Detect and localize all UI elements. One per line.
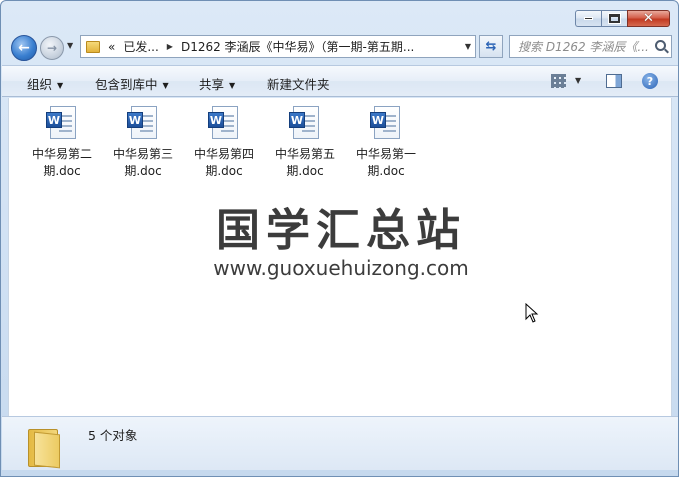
share-menu[interactable]: 共享 ▼ (199, 74, 235, 93)
details-pane: 5 个对象 (2, 416, 678, 470)
close-icon: ✕ (643, 11, 654, 26)
file-item[interactable]: W 中华易第四 期.doc (186, 106, 262, 180)
watermark-url: www.guoxuehuizong.com (213, 256, 469, 280)
search-input[interactable]: 搜索 D1262 李涵辰《... (518, 38, 652, 55)
help-icon[interactable]: ? (642, 73, 658, 89)
maximize-icon (608, 13, 621, 24)
chevron-down-icon: ▼ (57, 81, 64, 90)
view-options-dropdown-icon[interactable]: ▼ (575, 76, 581, 85)
maximize-button[interactable] (601, 10, 627, 27)
forward-button[interactable]: → (40, 36, 64, 60)
file-name: 中华易第四 期.doc (193, 147, 254, 178)
include-in-library-menu[interactable]: 包含到库中 ▼ (95, 74, 169, 93)
file-name: 中华易第二 期.doc (31, 147, 92, 178)
file-item[interactable]: W 中华易第二 期.doc (24, 106, 100, 180)
refresh-icon: ⇆ (485, 39, 497, 54)
address-history-dropdown-icon[interactable]: ▼ (465, 42, 471, 51)
minimize-button[interactable] (575, 10, 601, 27)
file-name: 中华易第五 期.doc (274, 147, 335, 178)
file-item[interactable]: W 中华易第五 期.doc (267, 106, 343, 180)
breadcrumb-separator-icon[interactable]: ▶ (167, 42, 173, 51)
watermark-title: 国学汇总站 (216, 205, 466, 256)
command-bar: 组织 ▼ 包含到库中 ▼ 共享 ▼ 新建文件夹 ▼ ? (2, 65, 678, 97)
search-box[interactable]: 搜索 D1262 李涵辰《... (509, 35, 672, 58)
file-item[interactable]: W 中华易第三 期.doc (105, 106, 181, 180)
organize-menu[interactable]: 组织 ▼ (27, 74, 63, 93)
chevron-down-icon: ▼ (67, 41, 74, 50)
share-label: 共享 (199, 77, 225, 92)
preview-pane-icon[interactable] (606, 74, 622, 88)
breadcrumb-item[interactable]: 已发... (123, 38, 158, 55)
search-icon[interactable] (655, 40, 666, 51)
chevron-down-icon: ▼ (229, 81, 236, 90)
include-in-library-label: 包含到库中 (95, 77, 158, 92)
chevron-down-icon: ▼ (162, 81, 169, 90)
breadcrumb-item-current[interactable]: D1262 李涵辰《中华易》（第一期-第五期... (181, 38, 414, 55)
organize-label: 组织 (27, 77, 53, 92)
arrow-right-icon: → (46, 41, 58, 55)
folder-icon (86, 40, 100, 53)
back-button[interactable]: ← (11, 35, 37, 61)
refresh-button[interactable]: ⇆ (479, 35, 503, 58)
recent-pages-dropdown[interactable]: ▼ (67, 41, 73, 50)
file-name: 中华易第三 期.doc (112, 147, 173, 178)
file-item[interactable]: W 中华易第一 期.doc (348, 106, 424, 180)
folder-icon (28, 425, 64, 469)
word-document-icon: W (208, 106, 240, 140)
item-count: 5 个对象 (88, 428, 138, 443)
arrow-left-icon: ← (18, 40, 30, 56)
address-bar[interactable]: « 已发... ▶ D1262 李涵辰《中华易》（第一期-第五期... ▼ (80, 35, 476, 58)
word-document-icon: W (127, 106, 159, 140)
minimize-icon (584, 17, 593, 20)
word-document-icon: W (46, 106, 78, 140)
close-button[interactable]: ✕ (627, 10, 670, 27)
change-view-icon[interactable] (551, 74, 566, 88)
breadcrumb-overflow[interactable]: « (108, 40, 115, 54)
word-document-icon: W (289, 106, 321, 140)
new-folder-button[interactable]: 新建文件夹 (267, 74, 330, 93)
explorer-window: ✕ ← → ▼ « 已发... ▶ D1262 李涵辰《中华易》（第一期-第五期… (0, 0, 679, 477)
caption-buttons: ✕ (575, 10, 670, 27)
file-name: 中华易第一 期.doc (355, 147, 416, 178)
file-list-area[interactable]: W 中华易第二 期.doc W 中华易第三 期.doc W 中华易第四 期.doc W… (8, 98, 672, 416)
word-document-icon: W (370, 106, 402, 140)
